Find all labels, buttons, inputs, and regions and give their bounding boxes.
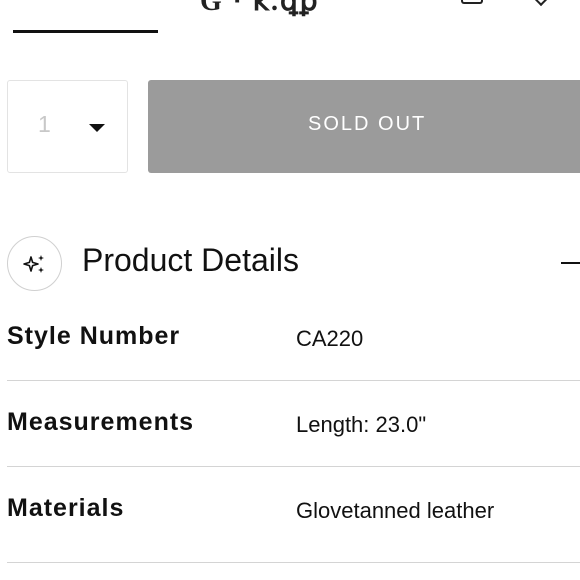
tab-heading[interactable]: G ⋅ ꝁ.ꝗꝑ xyxy=(200,0,320,18)
product-details-title: Product Details xyxy=(82,242,299,278)
sold-out-label: SOLD OUT xyxy=(308,113,427,135)
sold-out-button[interactable]: SOLD OUT xyxy=(148,80,580,173)
spec-label: Style Number xyxy=(7,322,181,350)
spec-label: Measurements xyxy=(7,408,195,436)
sparkle-icon xyxy=(23,255,44,273)
active-tab-indicator xyxy=(13,30,158,33)
spec-label: Materials xyxy=(7,494,125,522)
bag-icon[interactable] xyxy=(461,0,483,4)
spec-row-materials: Materials Glovetanned leather xyxy=(7,467,580,563)
quantity-select[interactable]: 1 xyxy=(7,80,128,173)
minus-icon[interactable] xyxy=(561,262,580,264)
spec-row-style-number: Style Number CA220 xyxy=(7,295,580,381)
sparkle-badge xyxy=(7,236,62,291)
caret-down-icon xyxy=(89,124,105,132)
chevron-icon[interactable] xyxy=(533,0,549,7)
top-tab-strip: G ⋅ ꝁ.ꝗꝑ xyxy=(0,0,580,34)
product-details-header[interactable]: Product Details xyxy=(7,236,580,292)
quantity-value: 1 xyxy=(38,111,51,137)
spec-value: CA220 xyxy=(296,326,364,351)
product-page: G ⋅ ꝁ.ꝗꝑ 1 SOLD OUT Product Details Styl… xyxy=(0,0,580,580)
spec-value: Length: 23.0" xyxy=(296,412,427,437)
spec-row-measurements: Measurements Length: 23.0" xyxy=(7,381,580,467)
spec-value: Glovetanned leather xyxy=(296,498,495,523)
